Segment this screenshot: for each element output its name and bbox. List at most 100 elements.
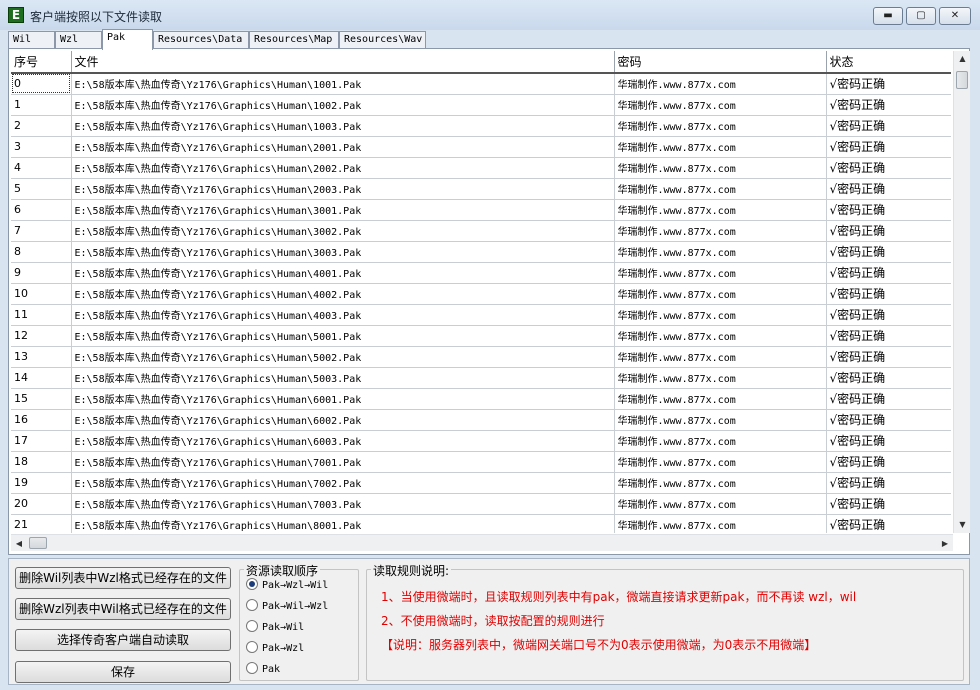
tab-resources-data[interactable]: Resources\Data [153, 31, 249, 49]
table-row[interactable]: 21 E:\58版本库\热血传奇\Yz176\Graphics\Human\800… [11, 514, 951, 533]
table-row[interactable]: 20 E:\58版本库\热血传奇\Yz176\Graphics\Human\700… [11, 493, 951, 515]
cell-file[interactable]: E:\58版本库\热血传奇\Yz176\Graphics\Human\2003.… [71, 178, 615, 200]
cell-password[interactable]: 华瑞制作.www.877x.com [614, 136, 827, 158]
radio-option[interactable]: Pak [246, 662, 280, 678]
cell-status[interactable]: √密码正确 [826, 199, 951, 221]
minimize-button[interactable]: ▬ [873, 7, 903, 25]
cell-status[interactable]: √密码正确 [826, 430, 951, 452]
cell-index[interactable]: 13 [11, 346, 72, 368]
cell-status[interactable]: √密码正确 [826, 388, 951, 410]
cell-index[interactable]: 15 [11, 388, 72, 410]
cell-file[interactable]: E:\58版本库\热血传奇\Yz176\Graphics\Human\6003.… [71, 430, 615, 452]
table-row[interactable]: 13 E:\58版本库\热血传奇\Yz176\Graphics\Human\500… [11, 346, 951, 368]
radio-icon[interactable] [246, 641, 258, 653]
table-row[interactable]: 3 E:\58版本库\热血传奇\Yz176\Graphics\Human\2001… [11, 136, 951, 158]
cell-password[interactable]: 华瑞制作.www.877x.com [614, 346, 827, 368]
cell-password[interactable]: 华瑞制作.www.877x.com [614, 367, 827, 389]
table-row[interactable]: 9 E:\58版本库\热血传奇\Yz176\Graphics\Human\4001… [11, 262, 951, 284]
cell-status[interactable]: √密码正确 [826, 157, 951, 179]
auto-read-button[interactable]: 选择传奇客户端自动读取 [15, 629, 231, 651]
cell-file[interactable]: E:\58版本库\热血传奇\Yz176\Graphics\Human\8001.… [71, 514, 615, 533]
cell-index[interactable]: 10 [11, 283, 72, 305]
cell-password[interactable]: 华瑞制作.www.877x.com [614, 451, 827, 473]
close-button[interactable]: ✕ [939, 7, 971, 25]
tab-pak[interactable]: Pak [102, 29, 153, 50]
header-index[interactable]: 序号 [11, 51, 72, 74]
table-row[interactable]: 15 E:\58版本库\热血传奇\Yz176\Graphics\Human\600… [11, 388, 951, 410]
radio-option[interactable]: Pak→Wil [246, 620, 304, 636]
vertical-scroll-thumb[interactable] [956, 71, 968, 89]
header-file[interactable]: 文件 [71, 51, 615, 74]
tab-wil[interactable]: Wil [8, 31, 55, 49]
cell-status[interactable]: √密码正确 [826, 367, 951, 389]
table-row[interactable]: 4 E:\58版本库\热血传奇\Yz176\Graphics\Human\2002… [11, 157, 951, 179]
cell-index[interactable]: 21 [11, 514, 72, 533]
cell-password[interactable]: 华瑞制作.www.877x.com [614, 157, 827, 179]
table-row[interactable]: 12 E:\58版本库\热血传奇\Yz176\Graphics\Human\500… [11, 325, 951, 347]
cell-file[interactable]: E:\58版本库\热血传奇\Yz176\Graphics\Human\3001.… [71, 199, 615, 221]
cell-password[interactable]: 华瑞制作.www.877x.com [614, 472, 827, 494]
cell-index[interactable]: 2 [11, 115, 72, 137]
table-row[interactable]: 5 E:\58版本库\热血传奇\Yz176\Graphics\Human\2003… [11, 178, 951, 200]
table-row[interactable]: 2 E:\58版本库\热血传奇\Yz176\Graphics\Human\1003… [11, 115, 951, 137]
cell-index[interactable]: 14 [11, 367, 72, 389]
cell-index[interactable]: 9 [11, 262, 72, 284]
table-row[interactable]: 7 E:\58版本库\热血传奇\Yz176\Graphics\Human\3002… [11, 220, 951, 242]
scroll-up-icon[interactable]: ▲ [954, 51, 971, 67]
header-password[interactable]: 密码 [614, 51, 827, 74]
cell-password[interactable]: 华瑞制作.www.877x.com [614, 430, 827, 452]
table-row[interactable]: 14 E:\58版本库\热血传奇\Yz176\Graphics\Human\500… [11, 367, 951, 389]
tab-wzl[interactable]: Wzl [55, 31, 102, 49]
radio-icon[interactable] [246, 599, 258, 611]
cell-file[interactable]: E:\58版本库\热血传奇\Yz176\Graphics\Human\2002.… [71, 157, 615, 179]
cell-password[interactable]: 华瑞制作.www.877x.com [614, 514, 827, 533]
tab-resources-wav[interactable]: Resources\Wav [339, 31, 426, 49]
maximize-button[interactable]: ▢ [906, 7, 936, 25]
cell-password[interactable]: 华瑞制作.www.877x.com [614, 241, 827, 263]
cell-file[interactable]: E:\58版本库\热血传奇\Yz176\Graphics\Human\1003.… [71, 115, 615, 137]
save-button[interactable]: 保存 [15, 661, 231, 683]
cell-password[interactable]: 华瑞制作.www.877x.com [614, 115, 827, 137]
cell-password[interactable]: 华瑞制作.www.877x.com [614, 283, 827, 305]
cell-file[interactable]: E:\58版本库\热血传奇\Yz176\Graphics\Human\1001.… [71, 73, 615, 95]
cell-index[interactable]: 19 [11, 472, 72, 494]
cell-password[interactable]: 华瑞制作.www.877x.com [614, 304, 827, 326]
delete-wzl-button[interactable]: 删除Wzl列表中Wil格式已经存在的文件 [15, 598, 231, 620]
cell-index[interactable]: 7 [11, 220, 72, 242]
radio-icon[interactable] [246, 620, 258, 632]
table-row[interactable]: 10 E:\58版本库\热血传奇\Yz176\Graphics\Human\400… [11, 283, 951, 305]
cell-password[interactable]: 华瑞制作.www.877x.com [614, 199, 827, 221]
cell-file[interactable]: E:\58版本库\热血传奇\Yz176\Graphics\Human\4002.… [71, 283, 615, 305]
cell-status[interactable]: √密码正确 [826, 220, 951, 242]
cell-file[interactable]: E:\58版本库\热血传奇\Yz176\Graphics\Human\7003.… [71, 493, 615, 515]
table-row[interactable]: 18 E:\58版本库\热血传奇\Yz176\Graphics\Human\700… [11, 451, 951, 473]
cell-password[interactable]: 华瑞制作.www.877x.com [614, 493, 827, 515]
cell-status[interactable]: √密码正确 [826, 472, 951, 494]
header-status[interactable]: 状态 [826, 51, 951, 74]
table-row[interactable]: 16 E:\58版本库\热血传奇\Yz176\Graphics\Human\600… [11, 409, 951, 431]
cell-password[interactable]: 华瑞制作.www.877x.com [614, 325, 827, 347]
scroll-right-icon[interactable]: ▶ [937, 535, 953, 552]
table-row[interactable]: 11 E:\58版本库\热血传奇\Yz176\Graphics\Human\400… [11, 304, 951, 326]
cell-password[interactable]: 华瑞制作.www.877x.com [614, 94, 827, 116]
radio-option[interactable]: Pak→Wil→Wzl [246, 599, 328, 615]
cell-file[interactable]: E:\58版本库\热血传奇\Yz176\Graphics\Human\7001.… [71, 451, 615, 473]
cell-password[interactable]: 华瑞制作.www.877x.com [614, 388, 827, 410]
cell-password[interactable]: 华瑞制作.www.877x.com [614, 73, 827, 95]
horizontal-scroll-thumb[interactable] [29, 537, 47, 549]
cell-password[interactable]: 华瑞制作.www.877x.com [614, 409, 827, 431]
cell-status[interactable]: √密码正确 [826, 304, 951, 326]
cell-index[interactable]: 20 [11, 493, 72, 515]
cell-index[interactable]: 3 [11, 136, 72, 158]
cell-index[interactable]: 12 [11, 325, 72, 347]
cell-index[interactable]: 4 [11, 157, 72, 179]
tab-resources-map[interactable]: Resources\Map [249, 31, 339, 49]
cell-status[interactable]: √密码正确 [826, 136, 951, 158]
cell-file[interactable]: E:\58版本库\热血传奇\Yz176\Graphics\Human\5001.… [71, 325, 615, 347]
cell-status[interactable]: √密码正确 [826, 73, 951, 95]
cell-index[interactable]: 5 [11, 178, 72, 200]
scroll-down-icon[interactable]: ▼ [954, 517, 971, 533]
cell-file[interactable]: E:\58版本库\热血传奇\Yz176\Graphics\Human\3002.… [71, 220, 615, 242]
cell-file[interactable]: E:\58版本库\热血传奇\Yz176\Graphics\Human\3003.… [71, 241, 615, 263]
radio-option[interactable]: Pak→Wzl [246, 641, 304, 657]
